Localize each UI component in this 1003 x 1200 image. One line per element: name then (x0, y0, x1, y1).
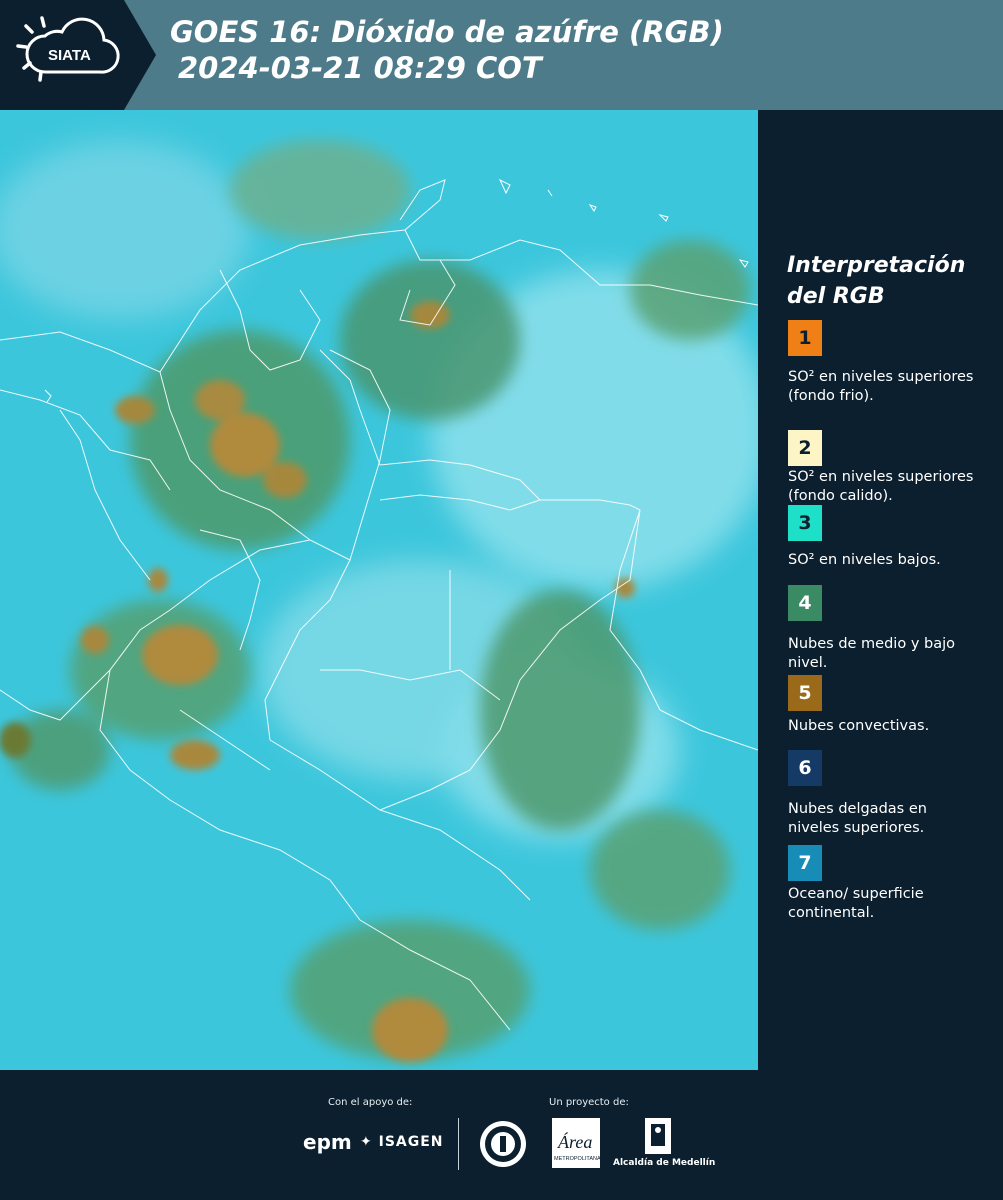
isagen-logo: ✦ ISAGEN (360, 1134, 444, 1150)
svg-text:SIATA: SIATA (48, 47, 91, 64)
isagen-icon: ✦ (360, 1134, 379, 1150)
siata-logo: SIATA (0, 0, 160, 110)
project-label: Un proyecto de: (549, 1097, 629, 1108)
alcaldia-label: Alcaldía de Medellín (613, 1158, 716, 1168)
legend-swatch: 6 (788, 750, 822, 786)
isagen-label: ISAGEN (378, 1134, 444, 1150)
legend-label: Nubes delgadas en niveles superiores. (788, 801, 927, 836)
legend-label: Oceano/ superficie continental. (788, 886, 924, 921)
alcaldia-medellin-logo: Alcaldía de Medellín (613, 1118, 715, 1174)
support-label: Con el apoyo de: (328, 1097, 413, 1108)
legend-panel: Interpretación del RGB 1 SO² en niveles s… (787, 250, 997, 921)
legend-title: Interpretación del RGB (787, 250, 997, 312)
legend-title-line-2: del RGB (787, 284, 885, 309)
epm-logo: epm (303, 1130, 352, 1154)
legend-label: SO² en niveles superiores (fondo calido)… (788, 469, 974, 504)
title-line-2: 2024-03-21 08:29 COT (178, 51, 542, 85)
area-logo-text: Área (557, 1131, 592, 1152)
header-bar: SIATA GOES 16: Dióxido de azúfre (RGB) 2… (0, 0, 1003, 110)
legend-swatch: 5 (788, 675, 822, 711)
footer: Con el apoyo de: Un proyecto de: epm ✦ I… (0, 1070, 1003, 1200)
legend-swatch: 2 (788, 430, 822, 466)
legend-label: SO² en niveles bajos. (788, 552, 941, 568)
medellin-seal-icon (478, 1118, 528, 1174)
footer-divider (458, 1118, 459, 1170)
legend-swatch: 3 (788, 505, 822, 541)
legend-swatch: 4 (788, 585, 822, 621)
legend-label: Nubes de medio y bajo nivel. (788, 636, 955, 671)
page-title: GOES 16: Dióxido de azúfre (RGB) 2024-03… (170, 14, 724, 86)
legend-swatch: 7 (788, 845, 822, 881)
legend-label: SO² en niveles superiores (fondo frio). (788, 369, 974, 404)
legend-label: Nubes convectivas. (788, 718, 930, 734)
title-line-1: GOES 16: Dióxido de azúfre (RGB) (170, 15, 724, 49)
satellite-map (0, 110, 758, 1070)
area-logo-subtext: METROPOLITANA (554, 1156, 601, 1162)
area-metropolitana-logo: Área METROPOLITANA (552, 1118, 602, 1174)
legend-title-line-1: Interpretación (787, 253, 966, 278)
legend-swatch: 1 (788, 320, 822, 356)
